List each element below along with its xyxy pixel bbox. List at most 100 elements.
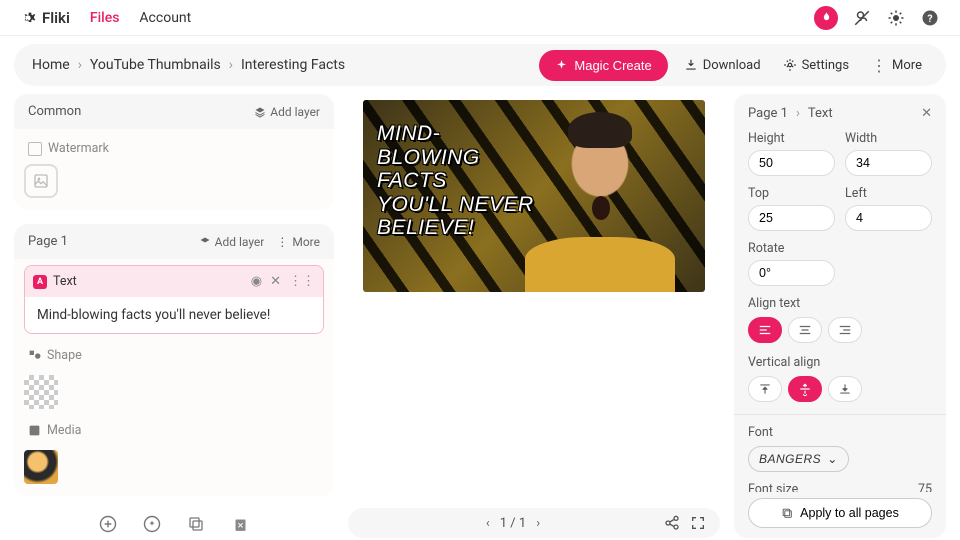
crumb-home[interactable]: Home <box>32 57 70 73</box>
height-label: Height <box>748 131 835 146</box>
align-text-label: Align text <box>748 296 932 311</box>
properties-crumb-page[interactable]: Page 1 <box>748 106 788 121</box>
top-input[interactable] <box>748 205 835 231</box>
page-title: Page 1 <box>28 234 68 249</box>
delete-icon[interactable]: ✕ <box>270 274 281 289</box>
rotate-input[interactable] <box>748 260 835 286</box>
prev-page-button[interactable]: ‹ <box>486 516 490 531</box>
help-icon[interactable]: ? <box>920 8 940 28</box>
rotate-label: Rotate <box>748 241 835 256</box>
gear-icon <box>783 58 797 72</box>
chevron-right-icon: › <box>796 106 800 121</box>
left-input[interactable] <box>845 205 932 231</box>
shape-icon <box>28 349 41 362</box>
duplicate-page-button[interactable] <box>184 512 208 536</box>
fontsize-label: Font size <box>748 482 798 492</box>
drag-handle-icon[interactable]: ⋮⋮ <box>289 274 315 289</box>
canvas-text[interactable]: MIND-BLOWINGFACTSYOU'LL NEVERBELIEVE! <box>377 122 534 240</box>
valign-top-button[interactable] <box>748 376 782 402</box>
crumb-file[interactable]: Interesting Facts <box>241 57 345 73</box>
nav-files[interactable]: Files <box>90 10 120 26</box>
magic-create-button[interactable]: Magic Create <box>539 50 667 81</box>
nav-account[interactable]: Account <box>139 10 191 26</box>
flame-icon <box>820 11 833 24</box>
valign-top-icon <box>758 382 772 396</box>
breadcrumb: Home › YouTube Thumbnails › Interesting … <box>14 44 946 86</box>
watermark-thumb[interactable] <box>24 164 58 198</box>
chevron-right-icon: › <box>78 57 82 73</box>
align-center-button[interactable] <box>788 317 822 343</box>
download-icon <box>684 58 698 72</box>
shape-label: Shape <box>47 348 82 363</box>
valign-middle-button[interactable] <box>788 376 822 402</box>
canvas[interactable]: MIND-BLOWINGFACTSYOU'LL NEVERBELIEVE! <box>363 100 705 292</box>
valign-middle-icon <box>798 382 812 396</box>
more-button[interactable]: ⋮More <box>865 52 928 79</box>
common-title: Common <box>28 104 81 119</box>
layers-icon <box>199 236 211 248</box>
share-icon[interactable] <box>664 515 680 531</box>
dots-vertical-icon: ⋮ <box>276 235 288 249</box>
page-indicator: 1 / 1 <box>500 516 526 531</box>
crumb-folder[interactable]: YouTube Thumbnails <box>90 57 221 73</box>
height-input[interactable] <box>748 150 835 176</box>
properties-panel: Page 1 › Text ✕ Height Width Top Left Ro… <box>734 94 946 538</box>
plus-circle-icon <box>98 514 118 534</box>
media-icon <box>28 424 41 437</box>
delete-page-button[interactable] <box>228 512 252 536</box>
align-left-button[interactable] <box>748 317 782 343</box>
text-badge-icon: A <box>33 275 47 289</box>
font-selector[interactable]: Bangers⌄ <box>748 446 849 472</box>
close-icon[interactable]: ✕ <box>921 106 932 121</box>
align-center-icon <box>798 323 812 337</box>
theme-icon[interactable] <box>886 8 906 28</box>
shape-thumb[interactable] <box>24 375 58 409</box>
flame-button[interactable] <box>814 6 838 30</box>
next-page-button[interactable]: › <box>536 516 540 531</box>
settings-button[interactable]: Settings <box>777 54 855 77</box>
add-layer-common[interactable]: Add layer <box>254 105 320 119</box>
page-panel: Page 1 Add layer ⋮More A Text ◉ ✕ ⋮⋮ <box>14 224 334 496</box>
tools-icon[interactable] <box>852 8 872 28</box>
watermark-icon <box>28 142 42 156</box>
chevron-right-icon: › <box>229 57 233 73</box>
page-more[interactable]: ⋮More <box>276 235 320 249</box>
media-thumb[interactable] <box>24 450 58 484</box>
dots-vertical-icon: ⋮ <box>871 56 887 75</box>
svg-text:?: ? <box>927 11 932 24</box>
copy-icon <box>187 515 205 533</box>
align-right-button[interactable] <box>828 317 862 343</box>
visibility-icon[interactable]: ◉ <box>251 274 262 289</box>
magic-page-button[interactable] <box>140 512 164 536</box>
width-input[interactable] <box>845 150 932 176</box>
align-left-icon <box>758 323 772 337</box>
chevron-down-icon: ⌄ <box>827 452 838 466</box>
layers-icon <box>254 106 266 118</box>
valign-bottom-icon <box>838 382 852 396</box>
text-layer-label: Text <box>53 274 77 289</box>
add-page-button[interactable] <box>96 512 120 536</box>
watermark-label: Watermark <box>48 141 109 156</box>
valign-label: Vertical align <box>748 355 932 370</box>
font-label: Font <box>748 425 932 440</box>
text-layer[interactable]: A Text ◉ ✕ ⋮⋮ Mind-blowing facts you'll … <box>24 265 324 334</box>
gear-icon <box>20 10 36 26</box>
download-button[interactable]: Download <box>678 54 767 77</box>
trash-icon <box>232 516 249 533</box>
fullscreen-icon[interactable] <box>690 515 706 531</box>
sparkle-icon <box>555 59 568 72</box>
sparkle-circle-icon <box>142 514 162 534</box>
pager-bar: ‹ 1 / 1 › <box>348 508 720 538</box>
apply-all-pages-button[interactable]: Apply to all pages <box>748 498 932 528</box>
align-right-icon <box>838 323 852 337</box>
media-label: Media <box>47 423 81 438</box>
fontsize-value: 75 <box>918 482 932 492</box>
width-label: Width <box>845 131 932 146</box>
brand-name: Fliki <box>42 9 70 27</box>
text-layer-value[interactable]: Mind-blowing facts you'll never believe! <box>25 297 323 333</box>
properties-crumb-text: Text <box>808 106 833 121</box>
valign-bottom-button[interactable] <box>828 376 862 402</box>
add-layer-page[interactable]: Add layer <box>199 235 265 249</box>
logo[interactable]: Fliki <box>20 9 70 27</box>
left-label: Left <box>845 186 932 201</box>
